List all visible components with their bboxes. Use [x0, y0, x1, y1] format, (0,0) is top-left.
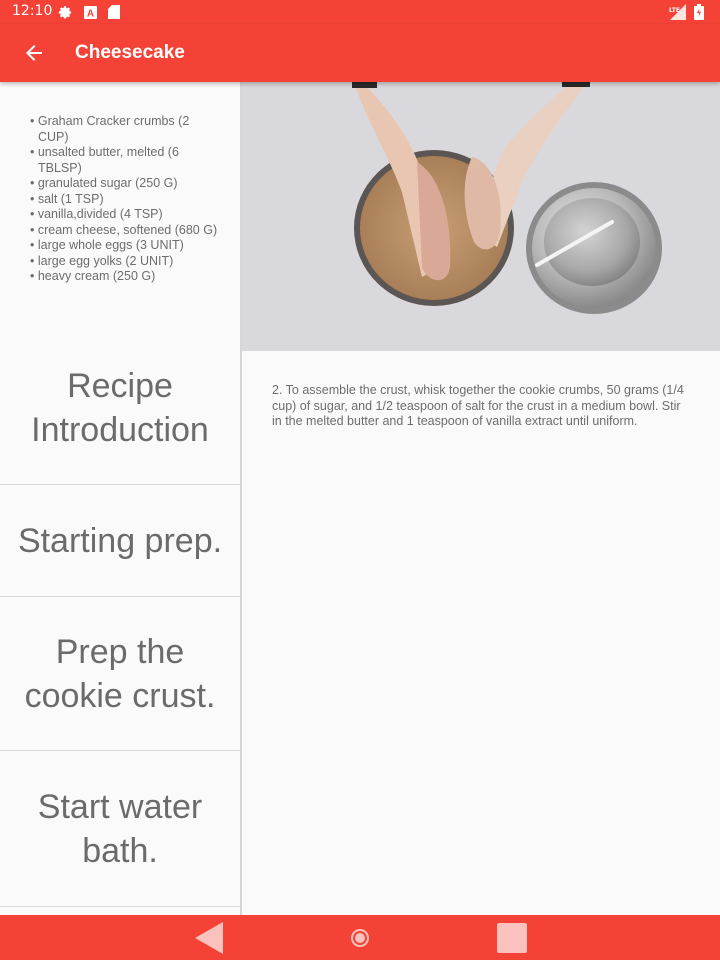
home-circle-icon[interactable]	[340, 919, 380, 957]
step-video[interactable]	[242, 82, 720, 351]
ingredient-item: • cream cheese, softened (680 G)	[30, 222, 218, 237]
ingredient-item: • vanilla,divided (4 TSP)	[30, 207, 163, 221]
ingredient-item: • large egg yolks (2 UNIT)	[30, 253, 174, 268]
ingredient-item: • Graham Cracker crumbs (2 CUP)	[30, 114, 190, 144]
ingredient-item: • unsalted butter, melted (6 TBLSP)	[30, 145, 179, 175]
step-start-water-bath[interactable]: Start water bath.	[0, 752, 240, 907]
battery-icon	[693, 4, 705, 20]
status-time: 12:10	[12, 3, 53, 19]
back-triangle-icon[interactable]	[188, 919, 228, 957]
ingredient-item: • granulated sugar (250 G)	[30, 176, 178, 190]
navigation-bar	[0, 915, 720, 960]
arrow-back-icon[interactable]	[22, 41, 46, 65]
step-description: 2. To assemble the crust, whisk together…	[272, 383, 684, 428]
sd-card-icon	[106, 4, 122, 20]
step-recipe-introduction[interactable]: Recipe Introduction	[0, 332, 240, 485]
ingredient-item: • heavy cream (250 G)	[30, 269, 156, 283]
recents-square-icon[interactable]	[492, 919, 532, 957]
step-starting-prep[interactable]: Starting prep.	[0, 486, 240, 597]
ingredient-item: • large whole eggs (3 UNIT)	[30, 238, 184, 252]
svg-text:A: A	[86, 8, 93, 19]
ingredient-item: • salt (1 TSP)	[30, 191, 104, 206]
a-icon: A	[82, 4, 98, 20]
lte-signal-icon: LTE	[668, 4, 686, 20]
ingredients-list: • Graham Cracker crumbs (2 CUP) • unsalt…	[0, 82, 240, 285]
status-bar: 12:10 A LTE	[0, 0, 720, 24]
step-prep-cookie-crust[interactable]: Prep the cookie crust.	[0, 597, 240, 751]
settings-icon	[57, 4, 73, 20]
left-pane: • Graham Cracker crumbs (2 CUP) • unsalt…	[0, 82, 240, 915]
page-title: Cheesecake	[75, 42, 185, 63]
app-bar: Cheesecake	[0, 24, 720, 82]
svg-text:LTE: LTE	[669, 7, 680, 14]
